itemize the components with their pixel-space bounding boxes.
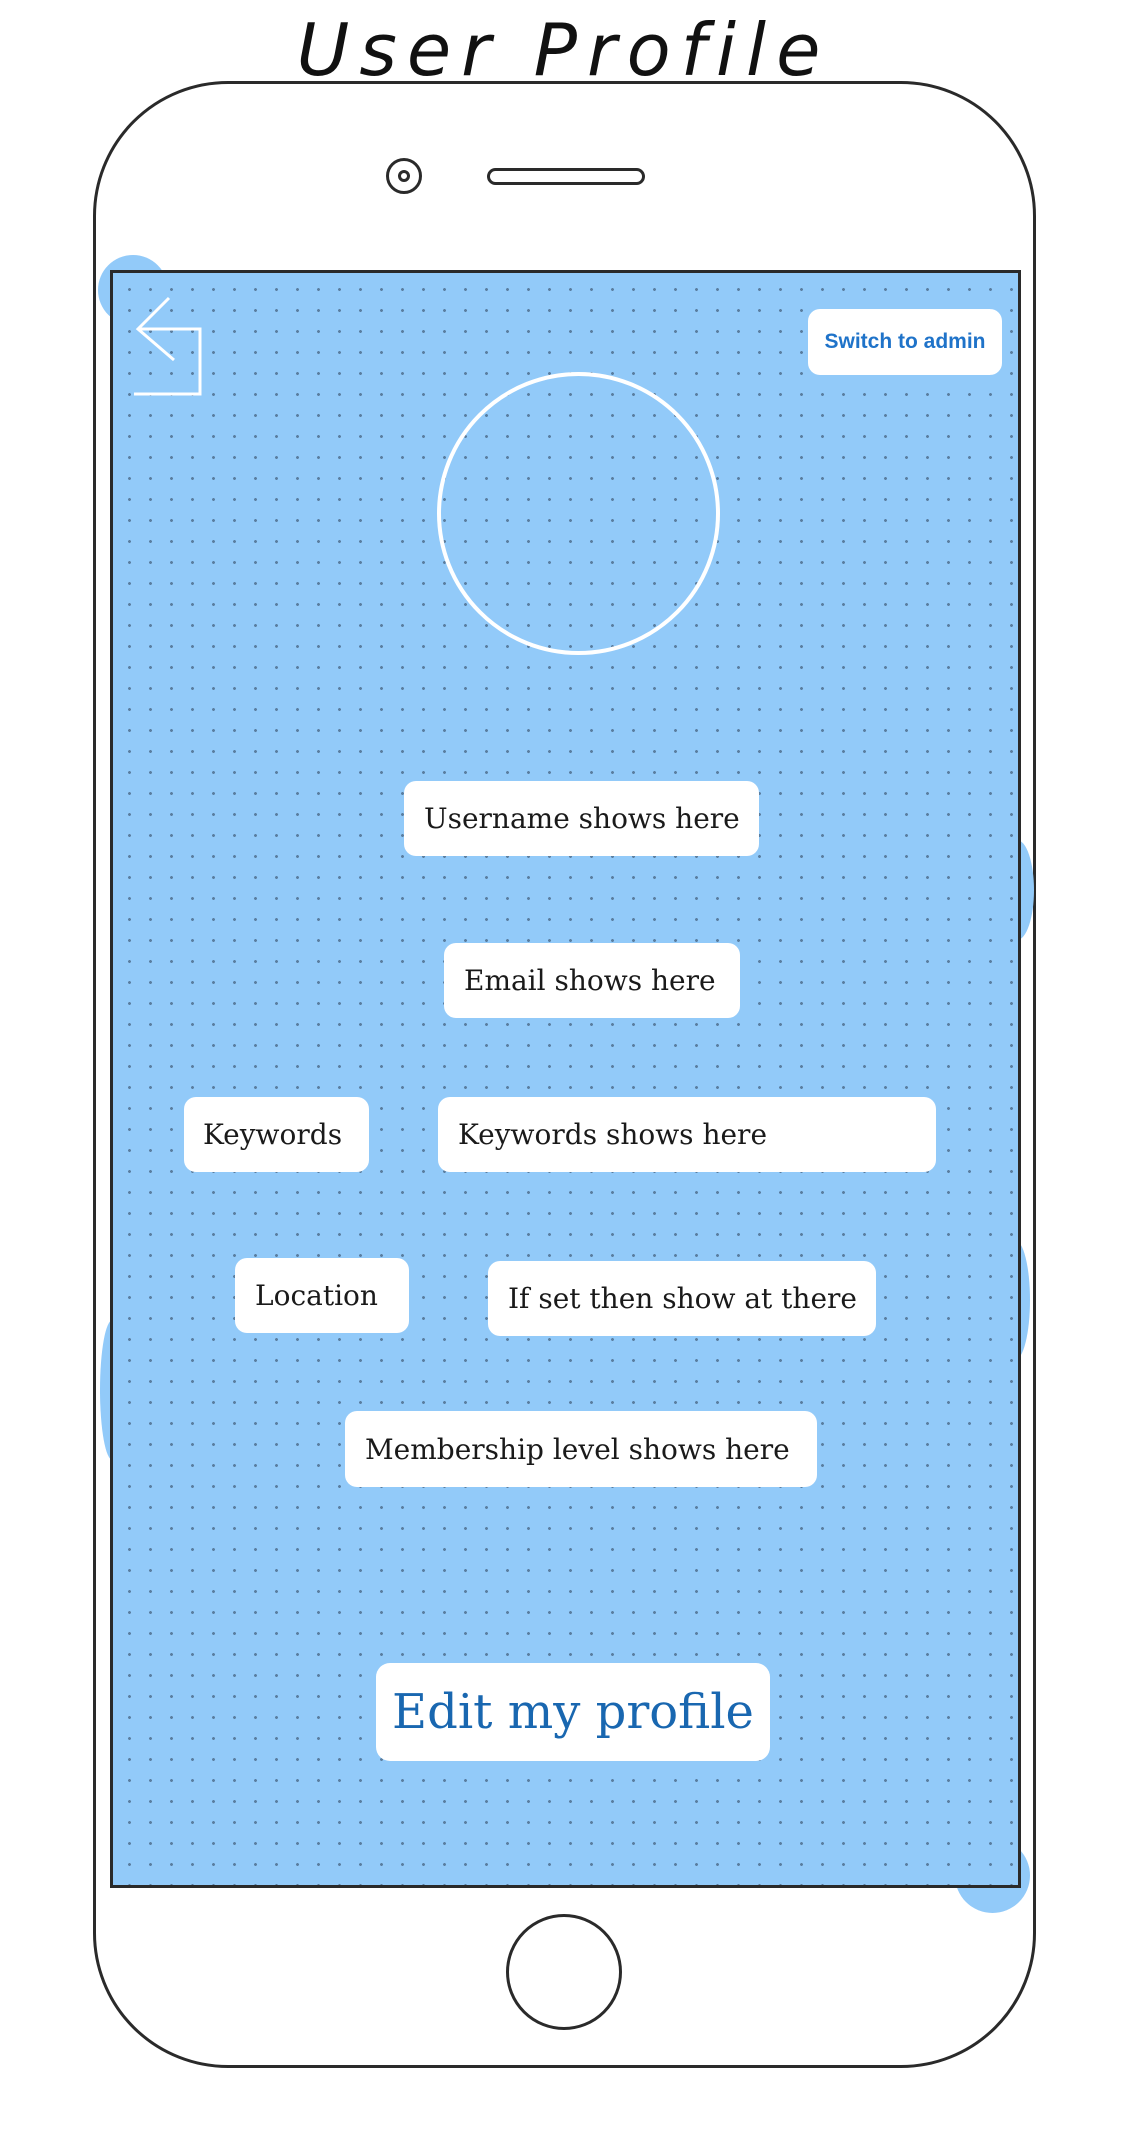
keywords-label-text: Keywords — [203, 1118, 343, 1151]
email-text: Email shows here — [464, 964, 716, 997]
membership-field: Membership level shows here — [345, 1411, 817, 1487]
location-label-text: Location — [255, 1279, 378, 1312]
switch-to-admin-button[interactable]: Switch to admin — [808, 309, 1002, 375]
keywords-field: Keywords shows here — [438, 1097, 936, 1172]
membership-text: Membership level shows here — [365, 1432, 790, 1466]
camera-icon — [386, 158, 422, 194]
keywords-label: Keywords — [184, 1097, 369, 1172]
avatar[interactable] — [437, 372, 720, 655]
home-button[interactable] — [506, 1914, 622, 2030]
speaker-slot — [487, 168, 645, 185]
email-field: Email shows here — [444, 943, 740, 1018]
username-field: Username shows here — [404, 781, 759, 856]
username-text: Username shows here — [424, 802, 740, 835]
keywords-value-text: Keywords shows here — [458, 1118, 768, 1151]
location-field: If set then show at there — [488, 1261, 876, 1336]
back-arrow-icon[interactable] — [134, 294, 204, 398]
location-value-text: If set then show at there — [508, 1282, 857, 1315]
location-label: Location — [235, 1258, 409, 1333]
edit-profile-button[interactable]: Edit my profile — [376, 1663, 770, 1761]
